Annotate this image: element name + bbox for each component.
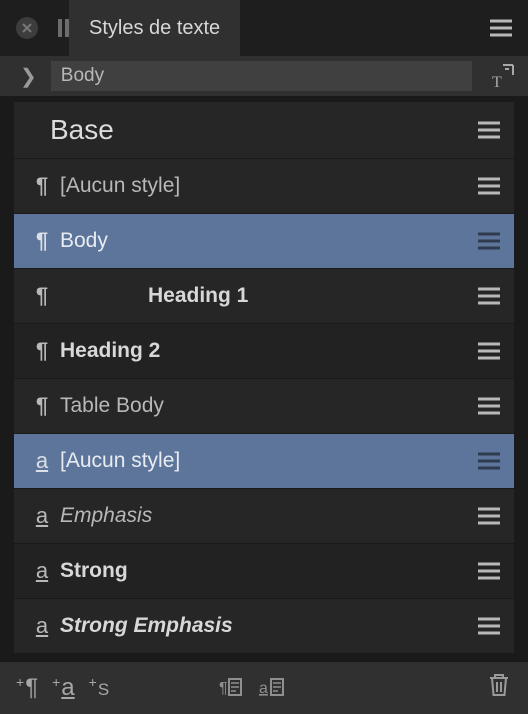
- paragraph-icon: ¶: [24, 393, 60, 419]
- panel-menu-button[interactable]: [474, 19, 528, 37]
- style-row-menu-button[interactable]: [478, 452, 500, 470]
- menu-icon: [478, 452, 500, 470]
- styles-list: Base ¶[Aucun style]¶Body¶Heading 1¶Headi…: [0, 96, 528, 653]
- svg-text:a: a: [259, 680, 268, 697]
- style-row-label: Body: [60, 229, 478, 253]
- menu-icon: [478, 617, 500, 635]
- style-row-label: [Aucun style]: [60, 449, 478, 473]
- breadcrumb-bar: ❯ Body T: [0, 56, 528, 96]
- menu-icon: [478, 177, 500, 195]
- new-paragraph-style-button[interactable]: +¶: [16, 674, 38, 702]
- style-row-label: Strong: [60, 559, 478, 583]
- new-group-button[interactable]: +s: [89, 674, 110, 702]
- style-row-label: Table Body: [60, 394, 478, 418]
- delete-style-button[interactable]: [486, 671, 512, 705]
- panel-tab-text-styles[interactable]: Styles de texte: [69, 0, 240, 56]
- style-override-button[interactable]: T: [486, 63, 518, 89]
- style-row[interactable]: ¶Heading 2: [14, 323, 514, 378]
- menu-icon: [478, 562, 500, 580]
- style-row-menu-button[interactable]: [478, 507, 500, 525]
- panel-header: Styles de texte: [0, 0, 528, 56]
- style-row-menu-button[interactable]: [478, 232, 500, 250]
- menu-icon: [478, 507, 500, 525]
- dock-icon[interactable]: [58, 19, 69, 37]
- character-icon: a: [61, 674, 74, 702]
- update-character-style-button[interactable]: a: [257, 673, 287, 703]
- close-button[interactable]: [16, 17, 38, 39]
- style-override-icon: T: [489, 63, 515, 89]
- svg-text:T: T: [492, 74, 502, 89]
- footer-mid-tools: ¶ a: [215, 673, 287, 703]
- trash-icon: [486, 671, 512, 699]
- paragraph-icon: ¶: [24, 173, 60, 199]
- style-row-label: Heading 1: [60, 284, 478, 308]
- character-icon: a: [24, 503, 60, 529]
- style-row-label: Strong Emphasis: [60, 614, 478, 638]
- character-icon: a: [24, 558, 60, 584]
- paragraph-icon: ¶: [24, 283, 60, 309]
- menu-icon: [478, 397, 500, 415]
- style-group-title: Base: [50, 114, 114, 146]
- paragraph-icon: ¶: [24, 228, 60, 254]
- menu-icon: [478, 232, 500, 250]
- style-row-label: [Aucun style]: [60, 174, 478, 198]
- header-left: [0, 0, 69, 56]
- panel-footer: +¶ +a +s ¶ a: [0, 662, 528, 714]
- style-row[interactable]: ¶Table Body: [14, 378, 514, 433]
- menu-icon: [478, 121, 500, 139]
- style-row-menu-button[interactable]: [478, 397, 500, 415]
- paragraph-icon: ¶: [25, 674, 38, 702]
- style-row-menu-button[interactable]: [478, 562, 500, 580]
- style-row-menu-button[interactable]: [478, 617, 500, 635]
- breadcrumb-current-field[interactable]: Body: [51, 61, 472, 91]
- style-row[interactable]: ¶Heading 1: [14, 268, 514, 323]
- menu-icon: [478, 342, 500, 360]
- style-row-menu-button[interactable]: [478, 287, 500, 305]
- svg-text:¶: ¶: [219, 680, 228, 697]
- style-row[interactable]: ¶[Aucun style]: [14, 158, 514, 213]
- style-row-menu-button[interactable]: [478, 177, 500, 195]
- new-character-style-button[interactable]: +a: [52, 674, 75, 702]
- character-icon: a: [24, 613, 60, 639]
- group-icon: s: [98, 674, 109, 702]
- group-menu-button[interactable]: [478, 121, 500, 139]
- style-row-menu-button[interactable]: [478, 342, 500, 360]
- breadcrumb-current-label: Body: [61, 65, 104, 87]
- menu-icon: [478, 287, 500, 305]
- style-row[interactable]: a[Aucun style]: [14, 433, 514, 488]
- menu-icon: [490, 19, 512, 37]
- style-row[interactable]: aEmphasis: [14, 488, 514, 543]
- style-row-label: Emphasis: [60, 504, 478, 528]
- style-row[interactable]: aStrong: [14, 543, 514, 598]
- style-group-header[interactable]: Base: [14, 102, 514, 158]
- panel-tab-label: Styles de texte: [89, 17, 220, 40]
- update-paragraph-style-button[interactable]: ¶: [215, 673, 245, 703]
- style-row-label: Heading 2: [60, 339, 478, 363]
- breadcrumb-chevron-icon[interactable]: ❯: [20, 64, 37, 89]
- paragraph-icon: ¶: [24, 338, 60, 364]
- close-icon: [21, 22, 33, 34]
- character-icon: a: [24, 448, 60, 474]
- style-row[interactable]: ¶Body: [14, 213, 514, 268]
- style-row[interactable]: aStrong Emphasis: [14, 598, 514, 653]
